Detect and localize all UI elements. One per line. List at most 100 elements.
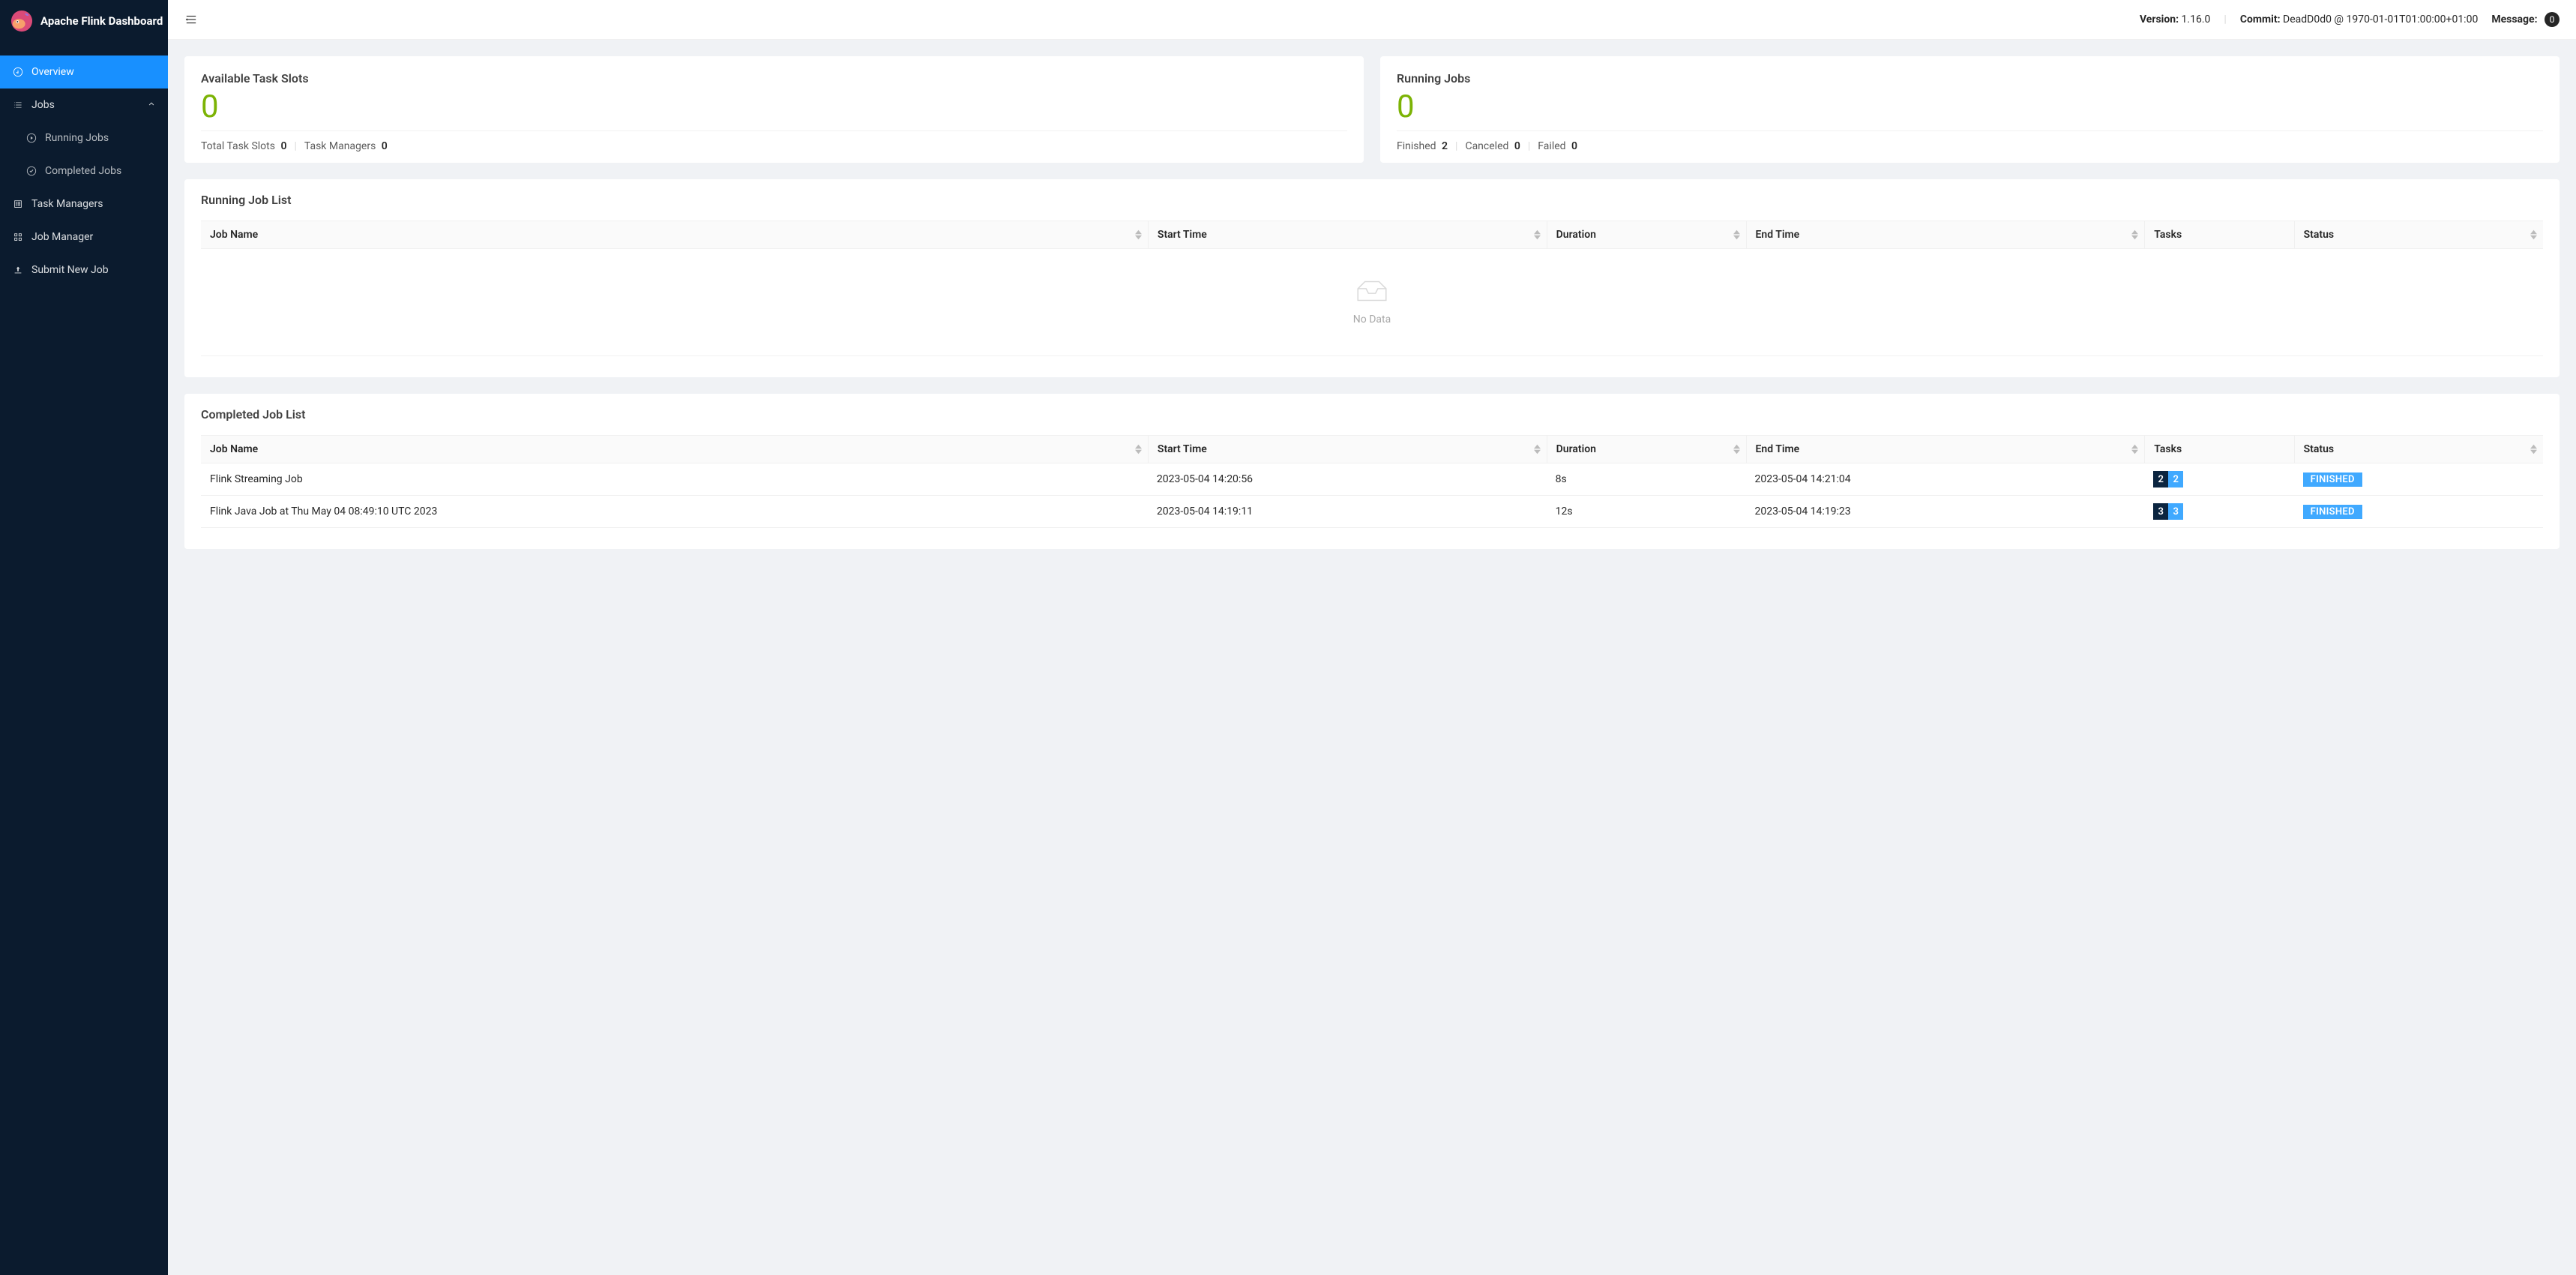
cell-end-time: 2023-05-04 14:21:04 [1746, 464, 2145, 496]
col-label: Job Name [210, 443, 258, 455]
col-job-name[interactable]: Job Name [201, 435, 1148, 464]
message-label: Message: [2491, 14, 2537, 26]
task-badges: 2 2 [2153, 471, 2183, 488]
content: Available Task Slots 0 Total Task Slots … [168, 40, 2576, 566]
version-label: Version: [2140, 14, 2179, 26]
cell-status: FINISHED [2294, 496, 2543, 528]
col-tasks[interactable]: Tasks [2144, 435, 2293, 464]
col-label: Tasks [2154, 443, 2182, 455]
cell-status: FINISHED [2294, 464, 2543, 496]
footer-value: 2 [1442, 140, 1448, 152]
col-label: Start Time [1158, 443, 1207, 455]
version-value: 1.16.0 [2182, 14, 2211, 26]
sidebar-sub-completed-jobs[interactable]: Completed Jobs [0, 154, 168, 188]
list-title: Running Job List [201, 193, 2543, 207]
upload-icon [12, 264, 24, 276]
cell-duration: 8s [1547, 464, 1746, 496]
footer-value: 0 [1514, 140, 1520, 152]
col-label: Duration [1556, 443, 1596, 455]
card-footer: Finished 2 | Canceled 0 | Failed 0 [1397, 140, 2543, 152]
empty-text: No Data [201, 314, 2543, 326]
running-jobs-table: Job Name Start Time Duration End Time Ta… [201, 220, 2543, 249]
card-value: 0 [201, 87, 1347, 130]
app-title: Apache Flink Dashboard [40, 14, 163, 28]
col-status[interactable]: Status [2294, 220, 2543, 249]
cell-start-time: 2023-05-04 14:20:56 [1148, 464, 1547, 496]
message-badge[interactable]: 0 [2545, 12, 2560, 27]
play-circle-icon [25, 132, 37, 144]
card-footer: Total Task Slots 0 | Task Managers 0 [201, 140, 1347, 152]
footer-label: Total Task Slots [201, 140, 275, 152]
check-circle-icon [25, 165, 37, 177]
divider [1397, 130, 2543, 131]
col-start-time[interactable]: Start Time [1148, 435, 1547, 464]
sidebar-item-label: Running Jobs [45, 132, 109, 144]
flink-logo-icon [10, 10, 33, 32]
main: Version: 1.16.0 | Commit: DeadD0d0 @ 197… [168, 0, 2576, 1275]
message-info: Message: 0 [2491, 12, 2560, 27]
col-duration[interactable]: Duration [1547, 220, 1746, 249]
footer-label: Canceled [1465, 140, 1508, 152]
col-label: Status [2304, 443, 2334, 455]
completed-jobs-table: Job Name Start Time Duration End Time Ta… [201, 435, 2543, 528]
cell-tasks: 3 3 [2144, 496, 2293, 528]
footer-value: 0 [1571, 140, 1577, 152]
sidebar-item-submit-new-job[interactable]: Submit New Job [0, 254, 168, 286]
schedule-icon [12, 198, 24, 210]
cell-job-name: Flink Java Job at Thu May 04 08:49:10 UT… [201, 496, 1148, 528]
sort-icon [2131, 230, 2138, 240]
col-label: End Time [1756, 229, 1800, 241]
table-row[interactable]: Flink Streaming Job 2023-05-04 14:20:56 … [201, 464, 2543, 496]
task-badge-total: 2 [2153, 471, 2168, 488]
commit-info: Commit: DeadD0d0 @ 1970-01-01T01:00:00+0… [2240, 14, 2478, 26]
sidebar-item-task-managers[interactable]: Task Managers [0, 188, 168, 220]
sidebar-item-overview[interactable]: Overview [0, 56, 168, 88]
cell-duration: 12s [1547, 496, 1746, 528]
commit-label: Commit: [2240, 14, 2281, 26]
cell-start-time: 2023-05-04 14:19:11 [1148, 496, 1547, 528]
build-icon [12, 231, 24, 243]
menu-fold-icon[interactable] [184, 13, 198, 26]
separator: | [1528, 140, 1530, 152]
separator: | [294, 140, 296, 152]
finished-count: Finished 2 [1397, 140, 1448, 152]
stats-row: Available Task Slots 0 Total Task Slots … [184, 56, 2560, 163]
footer-label: Finished [1397, 140, 1436, 152]
footer-value: 0 [382, 140, 388, 152]
card-title: Available Task Slots [201, 71, 1347, 86]
col-label: Duration [1556, 229, 1596, 241]
running-jobs-card: Running Jobs 0 Finished 2 | Canceled 0 | [1380, 56, 2560, 163]
sidebar-sub-running-jobs[interactable]: Running Jobs [0, 122, 168, 154]
col-status[interactable]: Status [2294, 435, 2543, 464]
empty-state: No Data [201, 249, 2543, 346]
sort-icon [1534, 445, 1541, 454]
sidebar-item-label: Job Manager [31, 231, 93, 243]
canceled-count: Canceled 0 [1465, 140, 1520, 152]
sort-icon [1534, 230, 1541, 240]
sort-icon [2131, 445, 2138, 454]
cell-tasks: 2 2 [2144, 464, 2293, 496]
col-label: Start Time [1158, 229, 1207, 241]
col-end-time[interactable]: End Time [1746, 220, 2145, 249]
col-duration[interactable]: Duration [1547, 435, 1746, 464]
col-label: End Time [1756, 443, 1800, 455]
col-tasks[interactable]: Tasks [2144, 220, 2293, 249]
sidebar: Apache Flink Dashboard Overview Jobs Run… [0, 0, 168, 1275]
footer-label: Failed [1538, 140, 1565, 152]
task-badge-total: 3 [2153, 503, 2168, 520]
footer-value: 0 [280, 140, 286, 152]
sidebar-item-label: Completed Jobs [45, 165, 121, 177]
col-start-time[interactable]: Start Time [1148, 220, 1547, 249]
sidebar-item-job-manager[interactable]: Job Manager [0, 220, 168, 254]
sort-icon [1135, 445, 1142, 454]
card-value: 0 [1397, 87, 2543, 130]
table-row[interactable]: Flink Java Job at Thu May 04 08:49:10 UT… [201, 496, 2543, 528]
status-badge: FINISHED [2303, 472, 2362, 487]
list-title: Completed Job List [201, 407, 2543, 422]
sidebar-item-label: Overview [31, 66, 74, 78]
commit-value: DeadD0d0 @ 1970-01-01T01:00:00+01:00 [2283, 14, 2478, 26]
col-end-time[interactable]: End Time [1746, 435, 2145, 464]
col-job-name[interactable]: Job Name [201, 220, 1148, 249]
sidebar-item-jobs[interactable]: Jobs [0, 88, 168, 122]
dashboard-icon [12, 66, 24, 78]
